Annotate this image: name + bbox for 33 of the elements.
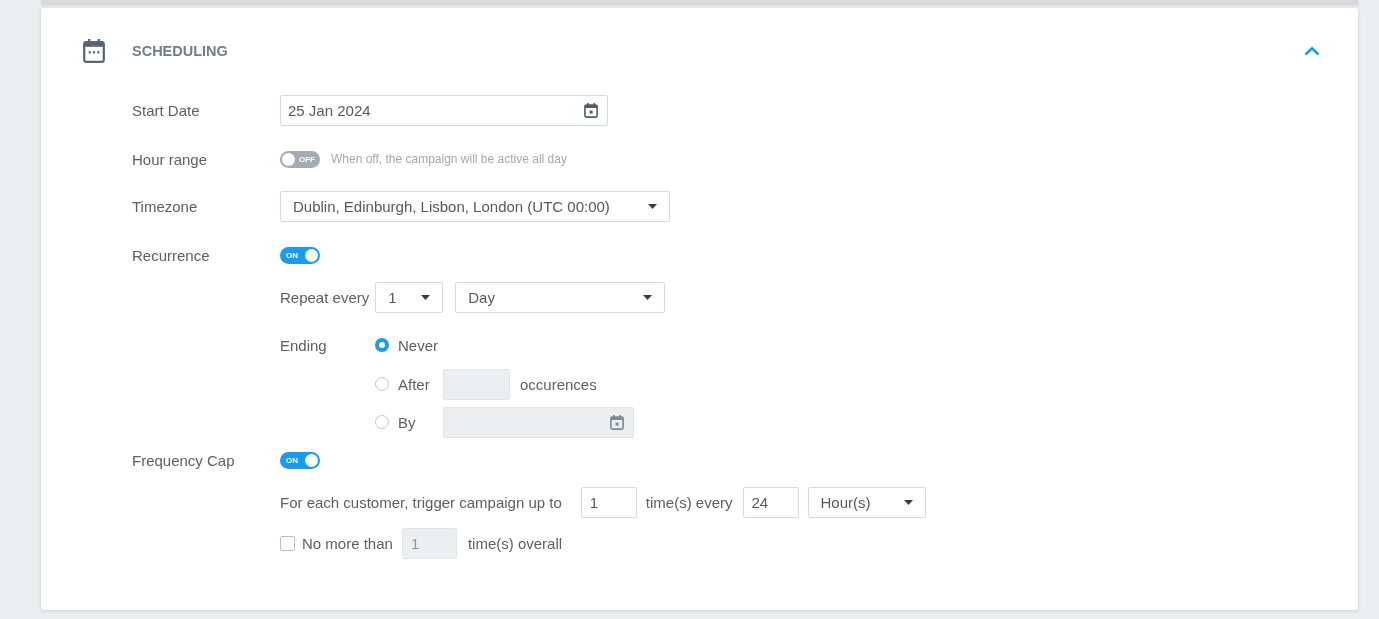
field-label: Recurrence (132, 246, 210, 264)
radio-label[interactable]: Never (398, 336, 438, 354)
timezone-dropdown[interactable]: Dublin, Edinburgh, Lisbon, London (UTC 00:00) (280, 191, 670, 222)
calendar-icon[interactable] (584, 103, 598, 118)
field-label: Timezone (132, 198, 198, 215)
field-label: time(s) every (645, 494, 733, 511)
interval-dropdown[interactable]: 1 (375, 282, 444, 313)
calendar-icon (83, 39, 105, 63)
caret-icon (643, 295, 653, 300)
section-title: SCHEDULING (132, 43, 228, 59)
unit-dropdown[interactable]: Day (455, 282, 666, 313)
radio-button[interactable] (375, 338, 389, 352)
unit-label: occurences (520, 375, 597, 393)
field-label: For each customer, trigger campaign up to (280, 494, 562, 511)
chevron-up-icon[interactable] (1304, 46, 1320, 56)
field-label: Frequency Cap (132, 451, 235, 469)
radio-button[interactable] (375, 415, 389, 429)
field-label: Hour range (132, 150, 208, 168)
date-field[interactable]: 25 Jan 2024 (280, 95, 608, 126)
hint-text: When off, the campaign will be active all day (331, 152, 567, 166)
radio-label[interactable]: After (398, 375, 430, 393)
radio-label[interactable]: By (398, 413, 416, 431)
field-label: time(s) overall (467, 535, 563, 552)
field-label: Ending (280, 336, 327, 354)
period-field[interactable]: 24 (742, 487, 799, 518)
caret-icon (421, 295, 431, 300)
field-label: Repeat every (280, 289, 370, 306)
count-field[interactable]: 1 (580, 487, 637, 518)
caret-icon (648, 204, 657, 209)
period-unit-dropdown[interactable]: Hour(s) (807, 487, 926, 518)
radio-button[interactable] (375, 377, 389, 391)
field-label: Start Date (132, 102, 200, 119)
caret-icon (903, 500, 913, 505)
